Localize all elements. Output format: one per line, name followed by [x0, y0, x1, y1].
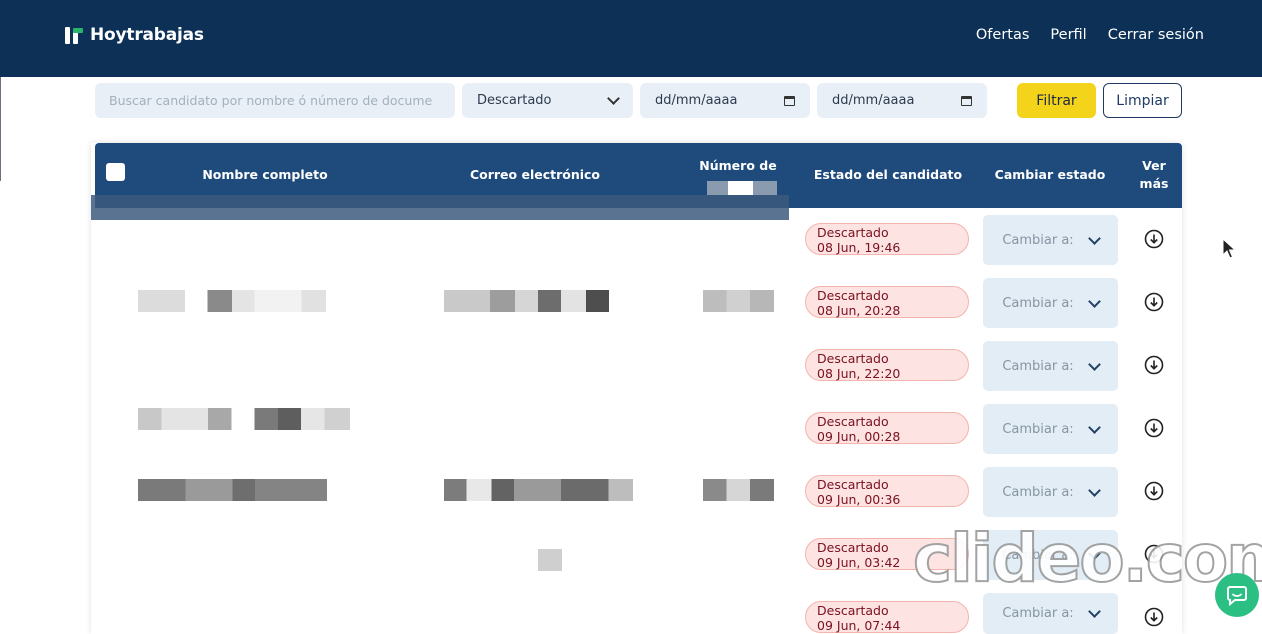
chevron-down-icon [1087, 231, 1101, 245]
download-circle-icon[interactable] [1144, 544, 1164, 564]
calendar-icon[interactable] [961, 95, 972, 106]
header-see-more-1: Ver [1142, 158, 1166, 173]
status-badge: Descartado 09 Jun, 07:44 [805, 601, 969, 633]
chevron-down-icon [1087, 605, 1101, 618]
change-status-select[interactable]: Cambiar a: [983, 467, 1118, 517]
date-to-input[interactable]: dd/mm/aaaa [817, 83, 987, 118]
top-navbar: Hoytrabajas Ofertas Perfil Cerrar sesión [0, 0, 1262, 77]
filter-button[interactable]: Filtrar [1017, 83, 1096, 118]
clear-button[interactable]: Limpiar [1103, 83, 1182, 118]
status-badge: Descartado 09 Jun, 00:28 [805, 412, 969, 444]
table-row[interactable]: Descartado 08 Jun, 19:46 Cambiar a: [91, 208, 1182, 271]
chevron-down-icon [1087, 546, 1101, 560]
table-row[interactable]: Descartado 08 Jun, 22:20 Cambiar a: [91, 334, 1182, 397]
header-change-status: Cambiar estado [994, 167, 1106, 182]
pixelated-header-fragment [707, 181, 777, 195]
status-badge: Descartado 08 Jun, 22:20 [805, 349, 969, 381]
table-row[interactable]: Descartado 09 Jun, 07:44 Cambiar a: [91, 586, 1182, 634]
header-email: Correo electrónico [469, 167, 601, 182]
mouse-cursor-icon [1222, 238, 1236, 259]
status-filter-value: Descartado [477, 93, 552, 108]
change-status-select[interactable]: Cambiar a: [983, 341, 1118, 391]
status-badge: Descartado 09 Jun, 00:36 [805, 475, 969, 507]
download-circle-icon[interactable] [1144, 292, 1164, 312]
nav-logout[interactable]: Cerrar sesión [1108, 27, 1204, 43]
download-circle-icon[interactable] [1144, 607, 1164, 627]
chevron-down-icon [1087, 483, 1101, 497]
nav-perfil[interactable]: Perfil [1050, 27, 1086, 43]
chevron-down-icon [607, 92, 620, 105]
chat-icon [1227, 586, 1247, 607]
header-doc-number: Número de [699, 158, 777, 173]
chat-button[interactable] [1215, 573, 1259, 617]
header-status: Estado del candidato [813, 167, 963, 182]
chevron-down-icon [1087, 420, 1101, 434]
status-badge: Descartado 08 Jun, 19:46 [805, 223, 969, 255]
change-status-select[interactable]: Cambiar a: [983, 593, 1118, 634]
download-circle-icon[interactable] [1144, 355, 1164, 375]
header-see-more-2: más [1139, 176, 1169, 191]
status-filter-select[interactable]: Descartado [462, 83, 633, 118]
chevron-down-icon [1087, 357, 1101, 371]
nav-links: Ofertas Perfil Cerrar sesión [976, 27, 1204, 43]
left-edge-line [0, 77, 1, 181]
chevron-down-icon [1087, 294, 1101, 308]
candidates-table: Nombre completo Correo electrónico Númer… [91, 143, 1182, 634]
nav-ofertas[interactable]: Ofertas [976, 27, 1030, 43]
logo-icon [64, 24, 86, 46]
table-row[interactable]: Descartado 09 Jun, 00:28 Cambiar a: [91, 397, 1182, 460]
table-row[interactable]: Descartado 09 Jun, 03:42 Cambiar a: [91, 523, 1182, 586]
select-all-checkbox[interactable] [106, 163, 125, 181]
date-from-value: dd/mm/aaaa [655, 93, 738, 108]
download-circle-icon[interactable] [1144, 418, 1164, 438]
status-badge: Descartado 08 Jun, 20:28 [805, 286, 969, 318]
table-row[interactable]: Descartado 09 Jun, 00:36 Cambiar a: [91, 460, 1182, 523]
change-status-select[interactable]: Cambiar a: [983, 215, 1118, 265]
change-status-select[interactable]: Cambiar a: [983, 404, 1118, 454]
table-row[interactable]: Descartado 08 Jun, 20:28 Cambiar a: [91, 271, 1182, 334]
search-input[interactable] [95, 83, 455, 118]
status-badge: Descartado 09 Jun, 03:42 [805, 538, 969, 570]
change-status-select[interactable]: Cambiar a: [983, 530, 1118, 580]
brand-logo[interactable]: Hoytrabajas [64, 24, 204, 46]
brand-name: Hoytrabajas [90, 25, 204, 45]
calendar-icon[interactable] [784, 95, 795, 106]
header-full-name: Nombre completo [202, 167, 328, 182]
change-status-select[interactable]: Cambiar a: [983, 278, 1118, 328]
date-from-input[interactable]: dd/mm/aaaa [640, 83, 810, 118]
download-circle-icon[interactable] [1144, 481, 1164, 501]
date-to-value: dd/mm/aaaa [832, 93, 915, 108]
download-circle-icon[interactable] [1144, 229, 1164, 249]
